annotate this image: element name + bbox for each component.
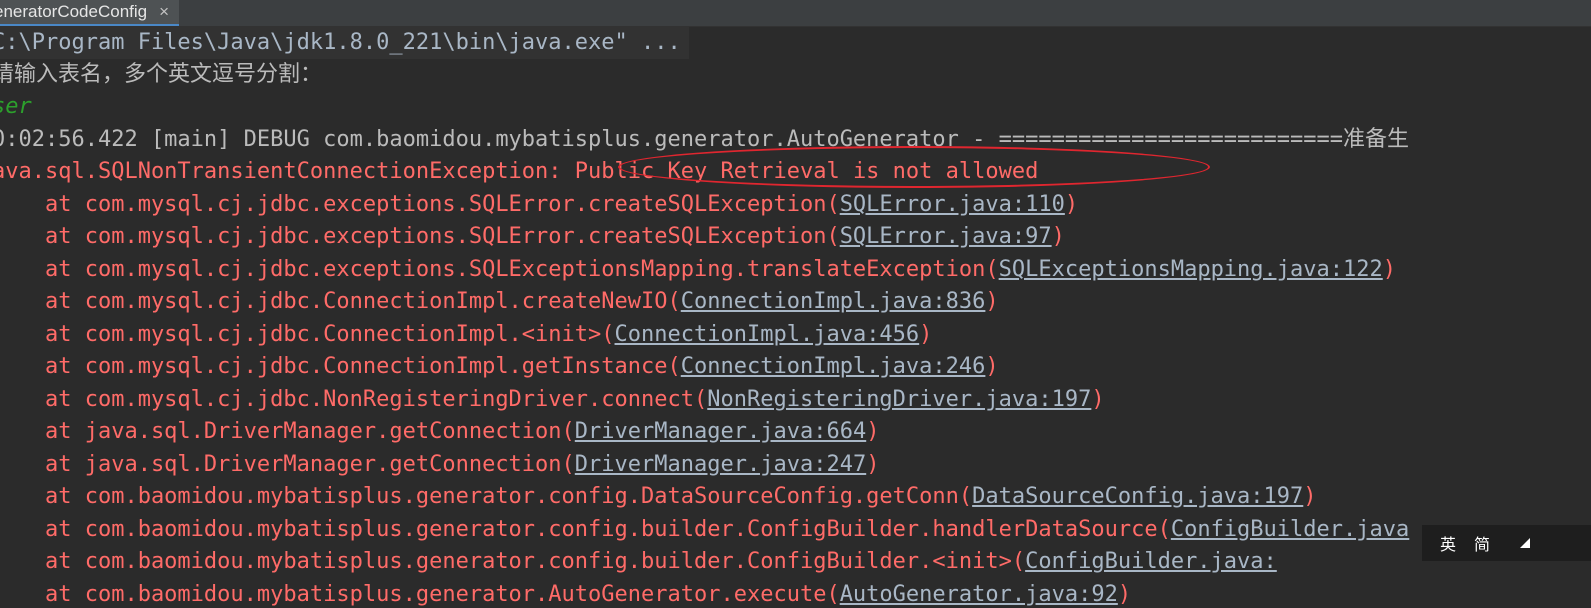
stack-frame: at com.baomidou.mybatisplus.generator.co… [0,546,1277,578]
stack-frame-suffix: ) [1382,257,1396,282]
stack-frame-text: at com.baomidou.mybatisplus.generator.co… [0,549,1026,574]
exception-message: Public Key Retrieval is not allowed [561,159,1039,184]
stack-frame: at com.mysql.cj.jdbc.exceptions.SQLError… [0,189,1078,221]
stack-frame-text: at com.mysql.cj.jdbc.ConnectionImpl.<ini… [0,322,615,347]
console-output[interactable]: C:\Program Files\Java\jdk1.8.0_221\bin\j… [0,27,1591,608]
stack-frame: at com.mysql.cj.jdbc.exceptions.SQLExcep… [0,254,1396,286]
stack-frame-text: at com.mysql.cj.jdbc.exceptions.SQLError… [0,224,840,249]
stack-frame-suffix: ) [1117,582,1132,607]
source-link[interactable]: ConnectionImpl.java:836 [681,289,986,314]
stack-frame-text: at com.mysql.cj.jdbc.exceptions.SQLError… [0,192,840,217]
source-link[interactable]: AutoGenerator.java:92 [840,582,1118,607]
ime-script-toggle[interactable]: 简 [1474,531,1490,555]
ime-language-toggle[interactable]: 英 [1440,531,1456,555]
stack-frame-suffix: ) [919,322,933,347]
exception-line: ava.sql.SQLNonTransientConnectionExcepti… [0,156,1038,188]
close-icon[interactable]: × [159,2,169,22]
stack-frame-suffix: ) [1051,224,1065,249]
ide-console-window: eneratorCodeConfig × C:\Program Files\Ja… [0,0,1591,608]
source-link[interactable]: SQLError.java:97 [840,224,1052,249]
stack-frame: at com.baomidou.mybatisplus.generator.co… [0,514,1409,546]
source-link[interactable]: SQLExceptionsMapping.java:122 [999,257,1383,282]
stack-frame: at com.mysql.cj.jdbc.ConnectionImpl.getI… [0,351,999,383]
stack-frame: at java.sql.DriverManager.getConnection(… [0,449,879,481]
source-link[interactable]: NonRegisteringDriver.java:197 [707,387,1091,412]
source-link[interactable]: ConnectionImpl.java:246 [681,354,986,379]
stack-frame-suffix: ) [1064,192,1079,217]
source-link[interactable]: ConfigBuilder.java [1171,517,1409,542]
stack-frame-suffix: ) [985,289,999,314]
debug-line: 0:02:56.422 [main] DEBUG com.baomidou.my… [0,127,1410,152]
exception-class: ava.sql.SQLNonTransientConnectionExcepti… [0,159,562,184]
source-link[interactable]: DriverManager.java:247 [575,452,866,477]
stack-frame-suffix: ) [866,419,880,444]
stack-frame-suffix: ) [1091,387,1105,412]
stack-frame-text: at java.sql.DriverManager.getConnection( [0,419,575,444]
source-link[interactable]: ConfigBuilder.java: [1025,549,1277,574]
stack-frame: at com.mysql.cj.jdbc.ConnectionImpl.<ini… [0,319,932,351]
stack-frame: at com.baomidou.mybatisplus.generator.Au… [0,579,1131,608]
stack-frame-text: at com.mysql.cj.jdbc.exceptions.SQLExcep… [0,257,999,282]
run-tab-bar: eneratorCodeConfig × [0,0,1591,27]
stack-frame-text: at java.sql.DriverManager.getConnection( [0,452,575,477]
ime-settings-icon[interactable] [1520,538,1531,548]
stack-frame: at com.mysql.cj.jdbc.exceptions.SQLError… [0,221,1065,253]
source-link[interactable]: DriverManager.java:664 [575,419,866,444]
stack-frame: at java.sql.DriverManager.getConnection(… [0,416,879,448]
stack-frame-suffix: ) [1303,484,1317,509]
stack-frame: at com.mysql.cj.jdbc.NonRegisteringDrive… [0,384,1105,416]
source-link[interactable]: DataSourceConfig.java:197 [972,484,1303,509]
stack-frame: at com.baomidou.mybatisplus.generator.co… [0,481,1317,513]
stack-frame-suffix: ) [985,354,999,379]
ime-toolbar[interactable]: 英 简 [1422,525,1591,561]
stack-frame-text: at com.baomidou.mybatisplus.generator.co… [0,484,973,509]
stack-frame-text: at com.mysql.cj.jdbc.ConnectionImpl.getI… [0,354,681,379]
source-link[interactable]: ConnectionImpl.java:456 [615,322,920,347]
stack-frame-text: at com.baomidou.mybatisplus.generator.co… [0,517,1171,542]
stack-frame: at com.mysql.cj.jdbc.ConnectionImpl.crea… [0,286,999,318]
stack-frame-text: at com.baomidou.mybatisplus.generator.Au… [0,582,840,607]
stack-frame-text: at com.mysql.cj.jdbc.ConnectionImpl.crea… [0,289,681,314]
prompt-line: 请输入表名，多个英文逗号分割： [0,62,323,87]
command-line: C:\Program Files\Java\jdk1.8.0_221\bin\j… [0,27,689,59]
run-tab[interactable]: eneratorCodeConfig × [0,0,180,26]
user-input-line: ser [0,94,32,119]
source-link[interactable]: SQLError.java:110 [840,192,1065,217]
stack-frame-text: at com.mysql.cj.jdbc.NonRegisteringDrive… [0,387,708,412]
run-tab-label: eneratorCodeConfig [0,2,148,21]
stack-frame-suffix: ) [866,452,880,477]
